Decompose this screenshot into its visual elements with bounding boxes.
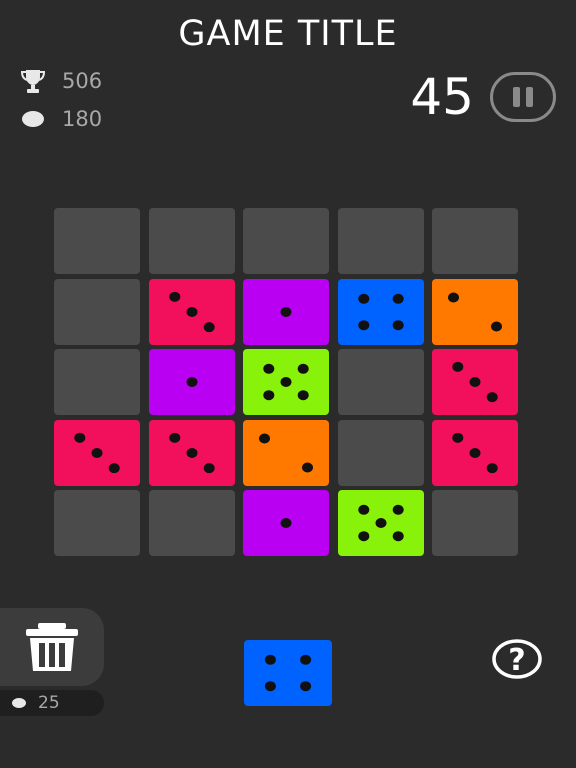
die-face-1 [186, 377, 197, 387]
die-pip [280, 306, 292, 317]
coin-count: 180 [18, 106, 102, 132]
die-pip [91, 447, 103, 458]
die-face-1 [280, 306, 292, 317]
die-pip [186, 377, 197, 387]
empty-cell[interactable] [54, 490, 140, 556]
die-green-5[interactable] [337, 490, 424, 556]
die-pip [486, 462, 498, 473]
die-pip [392, 293, 404, 304]
die-pip [108, 462, 120, 473]
die-pink-3[interactable] [432, 419, 518, 486]
die-pip [264, 654, 276, 665]
die-pip [357, 293, 369, 304]
die-face-4 [357, 293, 404, 330]
die-pip [392, 319, 404, 330]
help-button[interactable]: ? [491, 638, 543, 680]
die-blue-4[interactable] [337, 278, 424, 345]
die-purple-1[interactable] [243, 490, 329, 556]
die-pip [263, 363, 275, 374]
die-pip [168, 291, 180, 302]
die-pink-3[interactable] [148, 419, 235, 486]
trash-button[interactable] [0, 608, 104, 686]
die-pip [375, 518, 386, 528]
game-title: GAME TITLE [178, 14, 398, 54]
empty-cell[interactable] [432, 490, 518, 556]
die-face-4 [264, 654, 312, 692]
die-pip [263, 390, 275, 401]
die-pip [469, 447, 481, 458]
die-pip [486, 392, 498, 403]
die-orange-2[interactable] [243, 419, 329, 486]
die-pip [300, 681, 312, 692]
die-face-3 [168, 291, 215, 332]
die-purple-1[interactable] [243, 278, 329, 345]
trophy-icon [18, 68, 48, 94]
coin-count-value: 180 [62, 107, 103, 131]
svg-text:?: ? [508, 643, 525, 678]
die-pip [469, 377, 481, 387]
die-pip [280, 518, 292, 528]
die-face-5 [263, 363, 309, 401]
die-pip [168, 432, 180, 443]
empty-cell[interactable] [337, 349, 424, 415]
die-pip [392, 531, 404, 542]
die-pip [264, 681, 276, 692]
die-pip [491, 321, 502, 332]
empty-cell[interactable] [54, 208, 140, 274]
die-pip [300, 654, 312, 665]
coin-icon [22, 111, 44, 127]
empty-cell[interactable] [337, 419, 424, 486]
empty-cell[interactable] [148, 208, 235, 274]
empty-cell[interactable] [54, 278, 140, 345]
die-pip [357, 531, 369, 542]
die-pip [203, 321, 215, 332]
die-pip [302, 462, 313, 473]
die-face-1 [280, 518, 292, 528]
die-pip [259, 432, 270, 443]
trash-cost-value: 25 [38, 693, 60, 713]
empty-cell[interactable] [54, 349, 140, 415]
die-face-2 [448, 291, 502, 332]
die-face-2 [259, 432, 313, 473]
die-purple-1[interactable] [148, 349, 235, 415]
pause-icon [513, 87, 520, 107]
die-pip [448, 291, 459, 302]
empty-cell[interactable] [432, 208, 518, 274]
next-die[interactable] [244, 640, 332, 706]
die-pip [74, 432, 86, 443]
die-pip [452, 361, 464, 372]
die-pip [186, 306, 197, 317]
die-pip [357, 504, 369, 515]
best-score-value: 506 [62, 69, 103, 93]
die-pip [452, 432, 464, 443]
die-green-5[interactable] [243, 349, 329, 415]
die-face-3 [168, 432, 215, 473]
die-pip [297, 363, 309, 374]
die-pip [203, 462, 215, 473]
die-pip [357, 319, 369, 330]
die-face-3 [452, 432, 498, 473]
die-pip [297, 390, 309, 401]
coin-icon [12, 698, 26, 708]
game-board [54, 208, 522, 556]
empty-cell[interactable] [243, 208, 329, 274]
trash-icon [26, 623, 78, 671]
empty-cell[interactable] [148, 490, 235, 556]
die-pip [186, 447, 197, 458]
die-orange-2[interactable] [432, 278, 518, 345]
help-icon: ? [492, 639, 542, 679]
die-face-3 [74, 432, 120, 473]
die-pink-3[interactable] [148, 278, 235, 345]
die-pink-3[interactable] [432, 349, 518, 415]
die-face-5 [357, 504, 404, 542]
die-pip [280, 377, 292, 387]
pause-button[interactable] [490, 72, 556, 122]
die-face-3 [452, 361, 498, 403]
current-score: 45 [410, 68, 474, 126]
die-pink-3[interactable] [54, 419, 140, 486]
trash-cost: 25 [0, 690, 104, 716]
best-score: 506 [18, 68, 102, 94]
empty-cell[interactable] [337, 208, 424, 274]
die-pip [392, 504, 404, 515]
